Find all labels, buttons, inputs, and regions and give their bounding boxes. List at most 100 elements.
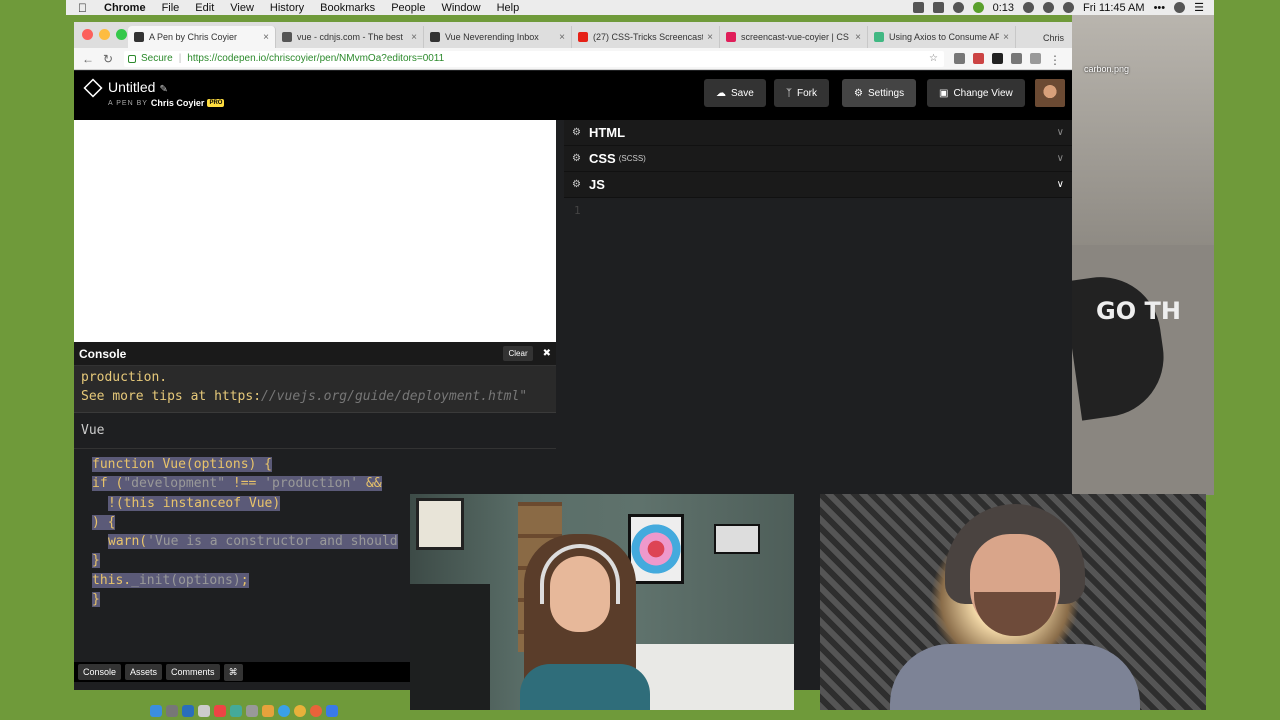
chevron-down-icon[interactable]: ∨	[1057, 127, 1064, 138]
webcam-feed-host	[820, 494, 1206, 710]
close-tab-icon[interactable]: ×	[263, 32, 269, 43]
clear-console-button[interactable]: Clear	[503, 346, 533, 361]
footer-assets-button[interactable]: Assets	[125, 664, 163, 680]
html-panel-header[interactable]: ⚙ HTML ∨	[564, 120, 1072, 146]
chevron-down-icon[interactable]: ∨	[1057, 153, 1064, 164]
battery-timer[interactable]: 0:13	[993, 2, 1014, 14]
tab-cdnjs[interactable]: vue - cdnjs.com - The best ×	[276, 26, 424, 48]
tray-app-icon[interactable]	[912, 2, 924, 13]
firefox-icon[interactable]	[310, 705, 322, 717]
code-token: &&	[358, 476, 382, 492]
dock-app-icon[interactable]	[326, 705, 338, 717]
js-code-editor[interactable]: 1	[564, 198, 1072, 223]
person-beard	[974, 592, 1056, 636]
address-url[interactable]: https://codepen.io/chriscoyier/pen/NMvmO…	[187, 53, 444, 64]
fork-button[interactable]: ᛉ Fork	[774, 79, 829, 107]
close-tab-icon[interactable]: ×	[855, 32, 861, 43]
desktop-file-label[interactable]: carbon.png	[1084, 64, 1129, 74]
extension-icon[interactable]	[973, 53, 984, 64]
dock-app-icon[interactable]	[198, 705, 210, 717]
tab-codepen[interactable]: A Pen by Chris Coyier ×	[128, 26, 276, 48]
gear-icon[interactable]: ⚙	[572, 179, 581, 190]
menu-people[interactable]: People	[391, 2, 425, 14]
js-panel-header[interactable]: ⚙ JS ∨	[564, 172, 1072, 198]
chevron-down-icon[interactable]: ∨	[1057, 179, 1064, 190]
profile-button[interactable]: Chris	[1035, 33, 1072, 48]
gear-icon[interactable]: ⚙	[572, 127, 581, 138]
pen-title[interactable]: Untitled ✎	[108, 79, 168, 95]
menubar-clock[interactable]: Fri 11:45 AM	[1083, 2, 1145, 14]
footer-console-button[interactable]: Console	[78, 664, 122, 680]
tray-app-icon[interactable]	[952, 2, 964, 13]
zoom-window-button[interactable]	[116, 29, 127, 40]
address-bar[interactable]: Secure | https://codepen.io/chriscoyier/…	[124, 50, 944, 67]
menu-icon[interactable]: ⋮	[1049, 53, 1061, 67]
tray-app-icon[interactable]	[1023, 2, 1035, 13]
pen-byline: A PEN BY Chris Coyier PRO	[108, 98, 225, 108]
menu-history[interactable]: History	[270, 2, 304, 14]
footer-comments-button[interactable]: Comments	[166, 664, 220, 680]
dock-app-icon[interactable]	[262, 705, 274, 717]
dock-app-icon[interactable]	[166, 705, 178, 717]
change-view-button[interactable]: ▣ Change View	[927, 79, 1025, 107]
dock-app-icon[interactable]	[214, 705, 226, 717]
css-panel-header[interactable]: ⚙ CSS (SCSS) ∨	[564, 146, 1072, 172]
close-tab-icon[interactable]: ×	[1003, 32, 1009, 43]
volume-icon[interactable]	[1063, 2, 1075, 13]
search-icon[interactable]	[1174, 2, 1186, 13]
menu-bookmarks[interactable]: Bookmarks	[320, 2, 375, 14]
save-label: Save	[731, 87, 754, 99]
preview-pane[interactable]	[74, 120, 556, 342]
tab-youtube[interactable]: (27) CSS-Tricks Screencast ×	[572, 26, 720, 48]
footer-shortcuts-button[interactable]: ⌘	[223, 663, 243, 681]
safari-icon[interactable]	[278, 705, 290, 717]
gear-icon[interactable]: ⚙	[572, 153, 581, 164]
pencil-icon[interactable]: ✎	[159, 84, 167, 95]
tab-vue-inbox[interactable]: Vue Neverending Inbox ×	[424, 26, 572, 48]
tab-axios[interactable]: Using Axios to Consume AP ×	[868, 26, 1016, 48]
close-tab-icon[interactable]: ×	[559, 32, 565, 43]
chrome-icon[interactable]	[294, 705, 306, 717]
extension-icon[interactable]	[1011, 53, 1022, 64]
wifi-icon[interactable]	[1043, 2, 1055, 13]
menu-edit[interactable]: Edit	[195, 2, 214, 14]
notification-center-icon[interactable]: ☰	[1194, 1, 1204, 14]
extension-icon[interactable]	[992, 53, 1003, 64]
close-window-button[interactable]	[82, 29, 93, 40]
menu-app-chrome[interactable]: Chrome	[104, 2, 146, 14]
user-avatar[interactable]	[1035, 79, 1065, 107]
person-sweater	[890, 644, 1140, 710]
extension-icon[interactable]	[954, 53, 965, 64]
save-button[interactable]: ☁ Save	[704, 79, 766, 107]
settings-button[interactable]: ⚙ Settings	[842, 79, 917, 107]
close-tab-icon[interactable]: ×	[411, 32, 417, 43]
back-icon[interactable]: ←	[80, 52, 96, 66]
dock-app-icon[interactable]	[182, 705, 194, 717]
close-tab-icon[interactable]: ×	[707, 32, 713, 43]
finder-icon[interactable]	[150, 705, 162, 717]
menu-window[interactable]: Window	[441, 2, 480, 14]
menu-file[interactable]: File	[162, 2, 180, 14]
reload-icon[interactable]: ↻	[100, 52, 116, 66]
more-icon[interactable]: •••	[1154, 2, 1166, 14]
fork-icon: ᛉ	[786, 87, 792, 99]
dock-app-icon[interactable]	[246, 705, 258, 717]
tab-slack[interactable]: screencast-vue-coyier | CS ×	[720, 26, 868, 48]
codepen-logo-icon[interactable]	[83, 78, 103, 98]
extension-icon[interactable]	[1030, 53, 1041, 64]
battery-timer-icon[interactable]	[972, 2, 984, 13]
gear-icon: ⚙	[854, 87, 863, 99]
dock-app-icon[interactable]	[230, 705, 242, 717]
browser-toolbar: ← ↻ Secure | https://codepen.io/chriscoy…	[74, 48, 1072, 70]
minimize-window-button[interactable]	[99, 29, 110, 40]
tray-app-icon[interactable]	[932, 2, 944, 13]
menu-help[interactable]: Help	[497, 2, 520, 14]
author-link[interactable]: Chris Coyier	[151, 98, 205, 108]
menu-view[interactable]: View	[230, 2, 254, 14]
bookmark-star-icon[interactable]: ☆	[929, 53, 938, 64]
apple-icon[interactable]: 	[78, 2, 90, 14]
close-console-icon[interactable]: ✖	[543, 348, 551, 359]
code-token: ;	[240, 572, 249, 588]
view-icon: ▣	[939, 87, 949, 99]
log-url[interactable]: //vuejs.org/guide/deployment.html"	[261, 389, 527, 404]
